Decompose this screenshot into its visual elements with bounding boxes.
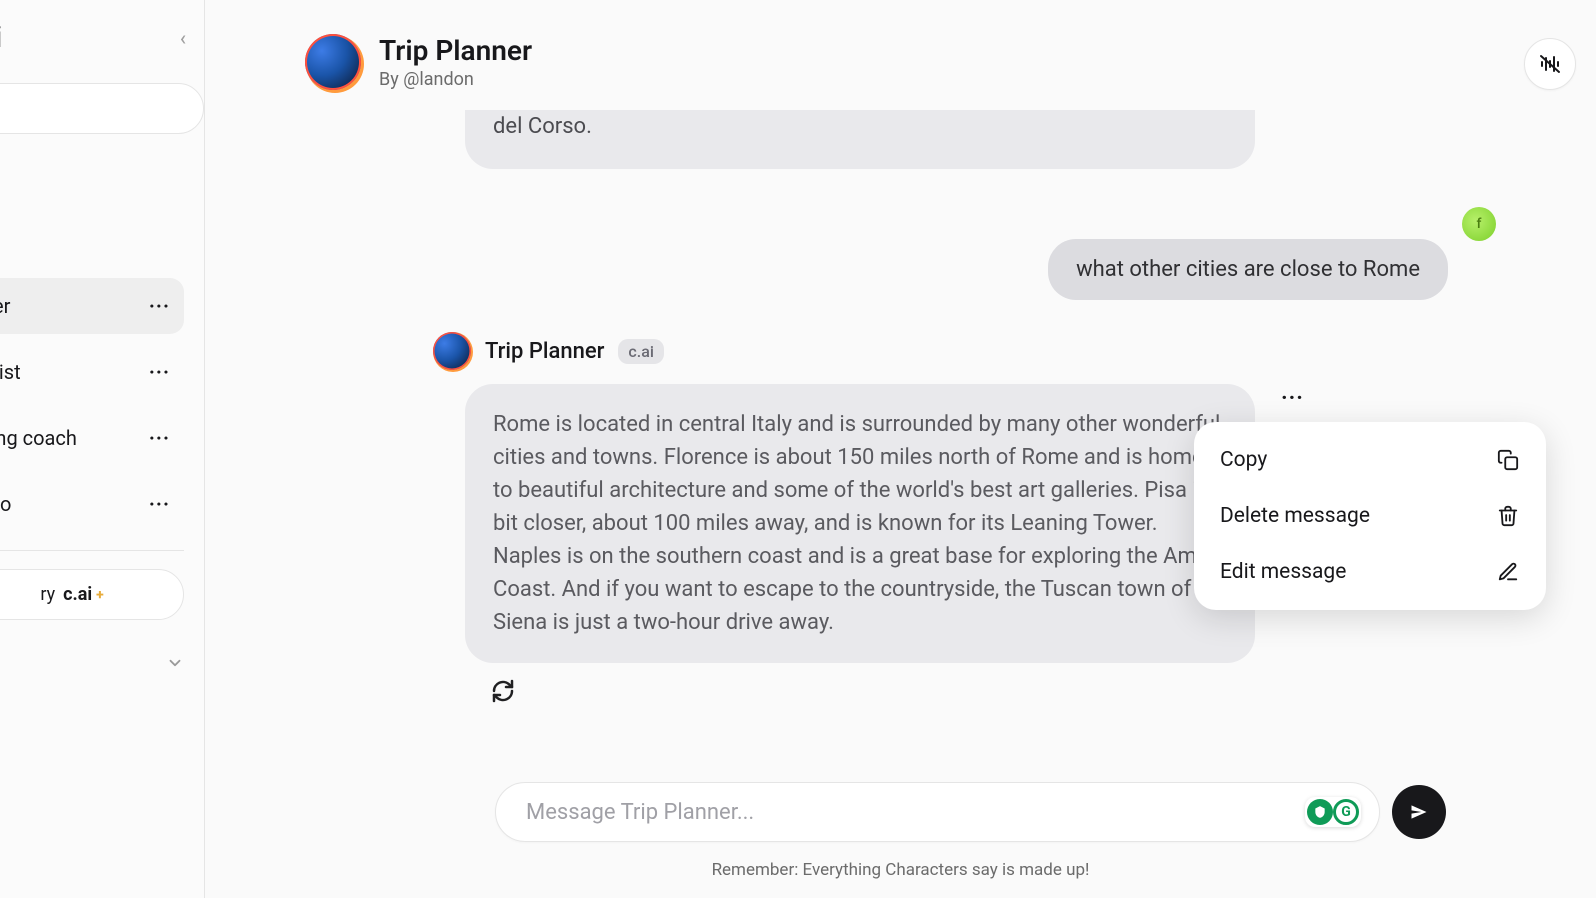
plus-icon: + xyxy=(96,587,104,603)
sidebar-item-ologist[interactable]: ologist ··· xyxy=(0,344,184,400)
bot-name-label: Trip Planner xyxy=(485,339,604,364)
sidebar-item-menu-icon[interactable]: ··· xyxy=(149,360,170,384)
context-menu-edit[interactable]: Edit message xyxy=(1194,544,1546,600)
message-actions-button[interactable]: ··· xyxy=(1275,380,1310,417)
brand-logo[interactable]: .ai xyxy=(0,20,2,55)
trash-icon xyxy=(1496,504,1520,528)
send-button[interactable] xyxy=(1392,785,1446,839)
discover-link[interactable]: ver xyxy=(0,154,204,198)
context-menu-copy[interactable]: Copy xyxy=(1194,432,1546,488)
user-message-text: what other cities are close to Rome xyxy=(1076,257,1420,282)
sidebar-item-label: Mario xyxy=(0,492,11,516)
context-menu-delete-label: Delete message xyxy=(1220,504,1370,528)
sidebar-item-menu-icon[interactable]: ··· xyxy=(149,492,170,516)
bot-message-partial: del Corso. xyxy=(465,110,1255,169)
voice-mode-button[interactable] xyxy=(1524,38,1576,90)
sidebar-item-dating-coach[interactable]: Dating coach ··· xyxy=(0,410,184,466)
sidebar: .ai ‹‹ e ver anner ··· ologist ··· Datin… xyxy=(0,0,205,898)
sidebar-item-label: Dating coach xyxy=(0,426,77,450)
chevron-down-icon xyxy=(166,654,184,672)
create-pill[interactable]: e xyxy=(0,83,204,134)
extension-icons: G xyxy=(1305,797,1361,827)
message-input[interactable] xyxy=(526,800,1293,825)
context-menu-edit-label: Edit message xyxy=(1220,560,1346,584)
bot-message-bubble: Rome is located in central Italy and is … xyxy=(465,384,1255,663)
user-initial: f xyxy=(1477,216,1482,232)
bot-avatar-small[interactable] xyxy=(433,332,471,370)
sidebar-divider xyxy=(0,550,184,551)
grammarly-icon[interactable]: G xyxy=(1333,799,1359,825)
bot-message-text: del Corso. xyxy=(493,114,592,139)
context-menu-copy-label: Copy xyxy=(1220,448,1267,472)
sidebar-item-mario[interactable]: Mario ··· xyxy=(0,476,184,532)
user-message-bubble: what other cities are close to Rome xyxy=(1048,239,1448,300)
main-panel: Trip Planner By @landon del Corso. what … xyxy=(205,0,1596,898)
cai-badge: c.ai xyxy=(618,339,664,364)
user-avatar[interactable]: f xyxy=(1462,207,1496,241)
premium-pill[interactable]: ry c.ai+ xyxy=(0,569,184,620)
sidebar-item-menu-icon[interactable]: ··· xyxy=(149,426,170,450)
sidebar-item-label: ologist xyxy=(0,360,21,384)
refresh-icon xyxy=(491,679,515,703)
user-menu[interactable]: uoh xyxy=(0,638,204,673)
bot-message-header: Trip Planner c.ai xyxy=(433,332,1496,370)
message-input-container: G xyxy=(495,782,1380,842)
edit-icon xyxy=(1496,560,1520,584)
character-avatar[interactable] xyxy=(305,34,361,90)
copy-icon xyxy=(1496,448,1520,472)
regenerate-button[interactable] xyxy=(489,677,517,705)
grammarly-badge-icon[interactable] xyxy=(1307,799,1333,825)
bot-message-text: Rome is located in central Italy and is … xyxy=(493,412,1227,635)
character-author: By @landon xyxy=(379,69,532,90)
character-list: anner ··· ologist ··· Dating coach ··· M… xyxy=(0,278,204,532)
context-menu-delete[interactable]: Delete message xyxy=(1194,488,1546,544)
composer-area: G Remember: Everything Characters say is… xyxy=(205,782,1596,898)
send-icon xyxy=(1409,802,1429,822)
chat-header: Trip Planner By @landon xyxy=(205,0,1596,100)
user-message-row: what other cities are close to Rome f xyxy=(305,203,1496,300)
sidebar-item-menu-icon[interactable]: ··· xyxy=(149,294,170,318)
sidebar-item-trip-planner[interactable]: anner ··· xyxy=(0,278,184,334)
waveform-icon xyxy=(1538,52,1562,76)
message-context-menu: Copy Delete message Edit message xyxy=(1194,422,1546,610)
premium-prefix: ry xyxy=(40,584,55,605)
sidebar-item-label: anner xyxy=(0,294,10,318)
disclaimer-text: Remember: Everything Characters say is m… xyxy=(305,860,1496,880)
premium-brand: c.ai xyxy=(63,584,92,605)
character-title: Trip Planner xyxy=(379,34,532,67)
